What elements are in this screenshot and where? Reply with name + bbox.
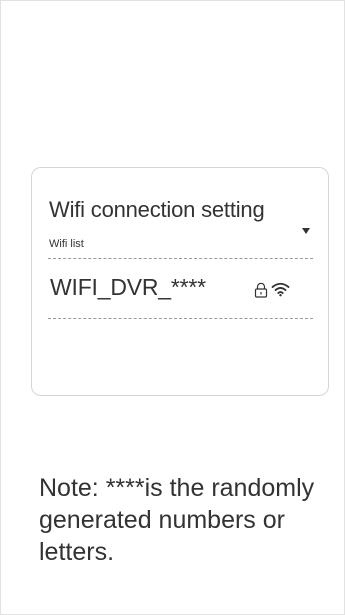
card-title: Wifi connection setting	[49, 197, 265, 222]
wifi-signal-icon	[271, 282, 290, 297]
divider	[48, 258, 313, 259]
dropdown-caret-icon[interactable]	[302, 228, 310, 234]
wifi-list-label: Wifi list	[49, 238, 84, 250]
wifi-network-name: WIFI_DVR_****	[50, 274, 206, 300]
note-text: Note: ****is the randomly generated numb…	[39, 474, 315, 566]
wifi-network-item[interactable]: WIFI_DVR_****	[48, 268, 313, 308]
divider	[48, 318, 313, 319]
lock-icon	[254, 282, 268, 298]
phone-screen: Wifi connection setting Wifi list WIFI_D…	[0, 0, 345, 615]
wifi-settings-card: Wifi connection setting Wifi list WIFI_D…	[31, 167, 329, 396]
